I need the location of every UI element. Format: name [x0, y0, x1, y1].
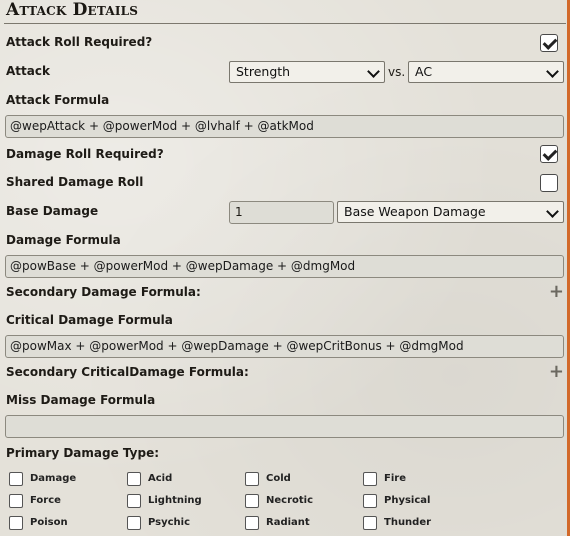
attack-details-panel: Attack Details Attack Roll Required? Att… [0, 0, 570, 536]
secondary-critical-label: Secondary CriticalDamage Formula: [6, 365, 249, 379]
attack-roll-checkbox[interactable] [540, 34, 558, 52]
miss-formula-label: Miss Damage Formula [6, 393, 156, 407]
attack-defense-value: AC [415, 64, 433, 79]
checkbox[interactable] [363, 494, 377, 508]
section-title: Attack Details [6, 0, 139, 20]
vs-label: vs. [388, 65, 406, 79]
checkbox[interactable] [363, 472, 377, 486]
damage-roll-label: Damage Roll Required? [6, 147, 164, 161]
damage-type-option-label: Psychic [148, 517, 191, 528]
shared-damage-label: Shared Damage Roll [6, 175, 144, 189]
damage-type-option-label: Lightning [148, 495, 202, 506]
divider [4, 23, 566, 24]
attack-defense-select[interactable]: AC [408, 61, 564, 83]
attack-formula-input[interactable]: @wepAttack + @powerMod + @lvhalf + @atkM… [5, 115, 564, 138]
checkbox[interactable] [9, 472, 23, 486]
attack-label: Attack [6, 64, 50, 78]
damage-type-option-label: Fire [384, 473, 406, 484]
damage-type-option-label: Necrotic [266, 495, 314, 506]
damage-type-option-label: Force [30, 495, 61, 506]
damage-type-option-label: Radiant [266, 517, 310, 528]
chevron-down-icon [367, 65, 380, 78]
critical-formula-label: Critical Damage Formula [6, 313, 173, 327]
secondary-damage-label: Secondary Damage Formula: [6, 285, 201, 299]
plus-icon[interactable]: + [549, 363, 564, 381]
attack-formula-label: Attack Formula [6, 93, 110, 107]
checkbox[interactable] [9, 516, 23, 530]
shared-damage-checkbox[interactable] [540, 174, 558, 192]
damage-formula-label: Damage Formula [6, 233, 121, 247]
damage-type-option-label: Thunder [384, 517, 432, 528]
chevron-down-icon [546, 65, 559, 78]
damage-type-label: Primary Damage Type: [6, 446, 160, 460]
attack-ability-select[interactable]: Strength [229, 61, 385, 83]
checkbox[interactable] [245, 516, 259, 530]
base-damage-type-value: Base Weapon Damage [344, 204, 486, 219]
attack-ability-value: Strength [236, 64, 291, 79]
base-damage-dice-input[interactable]: 1 [229, 201, 334, 224]
base-damage-label: Base Damage [6, 204, 99, 218]
checkbox[interactable] [245, 472, 259, 486]
damage-type-option-label: Damage [30, 473, 77, 484]
checkbox[interactable] [363, 516, 377, 530]
attack-roll-label: Attack Roll Required? [6, 35, 153, 49]
damage-type-option-label: Cold [266, 473, 291, 484]
damage-type-option-label: Acid [148, 473, 173, 484]
plus-icon[interactable]: + [549, 283, 564, 301]
checkbox[interactable] [127, 494, 141, 508]
base-damage-type-select[interactable]: Base Weapon Damage [337, 201, 564, 223]
damage-formula-input[interactable]: @powBase + @powerMod + @wepDamage + @dmg… [5, 255, 564, 278]
checkbox[interactable] [127, 516, 141, 530]
checkbox[interactable] [127, 472, 141, 486]
chevron-down-icon [546, 205, 559, 218]
damage-type-option-label: Physical [384, 495, 431, 506]
damage-roll-checkbox[interactable] [540, 145, 558, 163]
damage-type-option-label: Poison [30, 517, 68, 528]
critical-formula-input[interactable]: @powMax + @powerMod + @wepDamage + @wepC… [5, 335, 564, 358]
miss-formula-input[interactable] [5, 415, 564, 438]
checkbox[interactable] [245, 494, 259, 508]
checkbox[interactable] [9, 494, 23, 508]
